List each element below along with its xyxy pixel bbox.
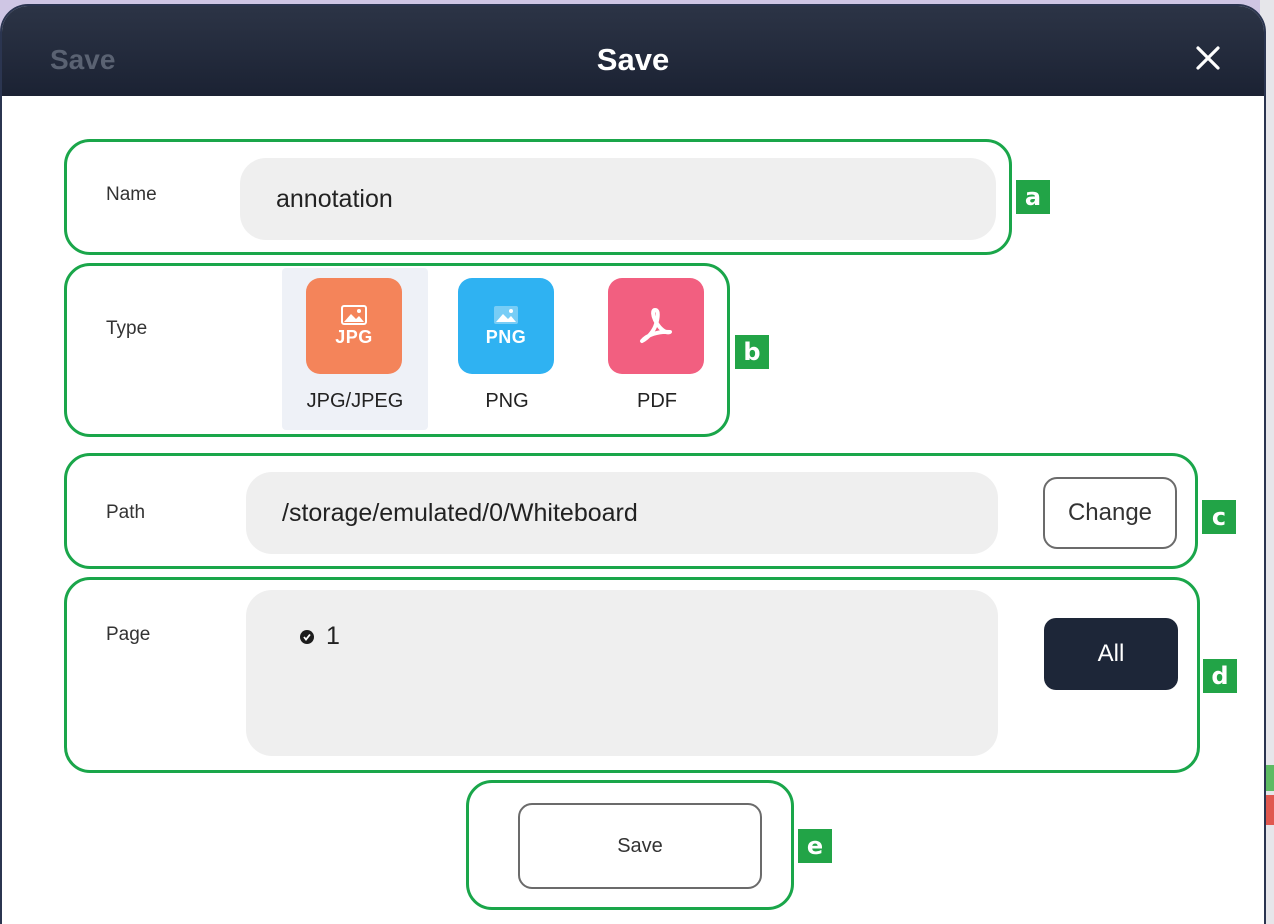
check-icon (300, 629, 314, 644)
page-label: Page (106, 624, 151, 645)
name-label: Name (106, 184, 157, 205)
type-label: Type (106, 318, 148, 339)
save-dialog: Save Save Name annotation Type JPG JPG/J… (2, 6, 1264, 924)
edge-green-segment (1266, 765, 1274, 791)
type-option-jpg[interactable]: JPG JPG/JPEG (282, 268, 428, 430)
pdf-icon (640, 308, 672, 343)
close-icon (1196, 46, 1220, 70)
png-icon-text: PNG (485, 326, 527, 347)
type-caption-pdf: PDF (637, 390, 677, 412)
callout-label-d: d (1203, 659, 1237, 693)
jpg-icon-text: JPG (335, 326, 373, 347)
jpg-file-icon: JPG (306, 278, 402, 374)
callout-label-e: e (798, 829, 832, 863)
type-caption-jpg: JPG/JPEG (306, 390, 404, 412)
callout-label-c: c (1202, 500, 1236, 534)
name-input[interactable]: annotation (240, 158, 996, 240)
callout-label-a: a (1016, 180, 1050, 214)
type-caption-png: PNG (485, 390, 529, 412)
save-button[interactable]: Save (518, 803, 762, 889)
image-icon (341, 304, 367, 325)
callout-label-b: b (735, 335, 769, 369)
change-path-button[interactable]: Change (1043, 477, 1177, 549)
page-number: 1 (326, 622, 340, 650)
dialog-titlebar: Save Save (2, 6, 1264, 96)
type-option-png[interactable]: PNG PNG (434, 268, 580, 430)
page-item-1[interactable]: 1 (300, 622, 340, 651)
edge-red-segment (1266, 795, 1274, 825)
path-label: Path (106, 502, 146, 523)
page-list (246, 590, 998, 756)
close-button[interactable] (1192, 42, 1224, 74)
path-field: /storage/emulated/0/Whiteboard (246, 472, 998, 554)
png-file-icon: PNG (458, 278, 554, 374)
image-icon (494, 305, 518, 324)
pdf-file-icon (608, 278, 704, 374)
select-all-pages-button[interactable]: All (1044, 618, 1178, 690)
type-option-pdf[interactable]: PDF (584, 268, 730, 430)
dialog-title: Save (596, 42, 670, 77)
